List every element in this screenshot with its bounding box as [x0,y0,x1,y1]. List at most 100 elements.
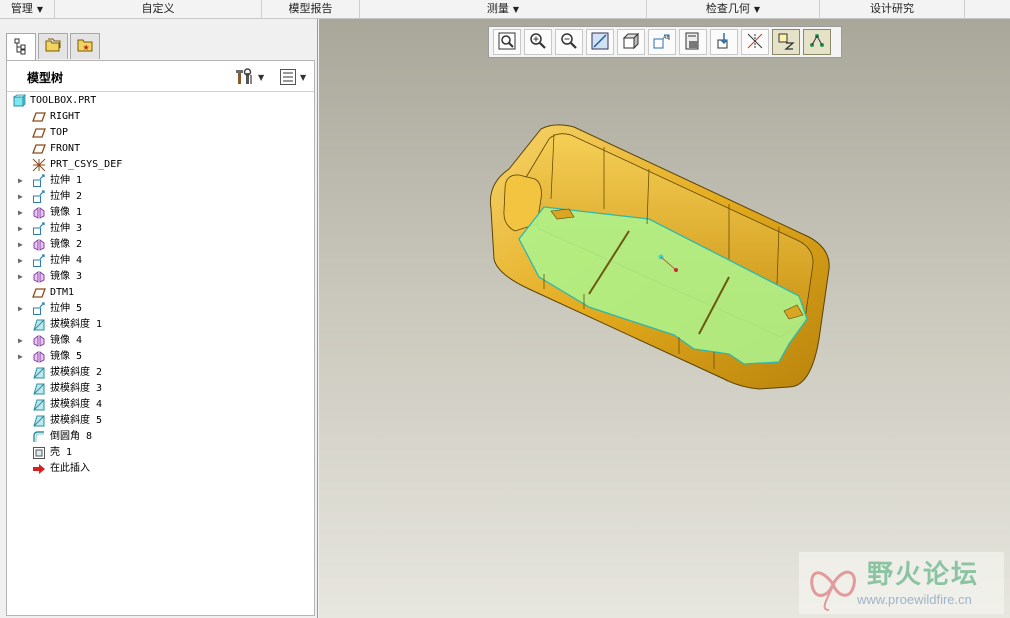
menu-item[interactable]: 设计研究 [820,0,965,18]
tools-icon [236,68,252,84]
tree-item[interactable]: FRONT [7,141,314,157]
repaint-button[interactable] [586,29,614,55]
tree-item[interactable]: ▶ 镜像 2 [7,237,314,253]
chevron-down-icon: ▼ [300,72,307,82]
tree-item[interactable]: ▶ 镜像 5 [7,349,314,365]
tree-item[interactable]: 在此插入 [7,461,314,477]
tree-item[interactable]: PRT_CSYS_DEF [7,157,314,173]
tree-show-button[interactable]: ▼ [279,67,315,87]
tree-item[interactable]: DTM1 [7,285,314,301]
tree-settings-button[interactable]: ▼ [235,67,273,87]
watermark-title: 野火论坛 [867,560,980,590]
navigator-tab[interactable] [38,33,68,59]
datum-display-button[interactable] [741,29,769,55]
svg-text:AB: AB [663,35,670,41]
tree-item[interactable]: ▶ 拉伸 2 [7,189,314,205]
tree-item[interactable]: ▶ 镜像 3 [7,269,314,285]
tree-item-label: TOP [50,127,69,138]
show-list-icon [280,69,296,85]
graphics-window[interactable]: AB 野火论坛 www.proewildfire.cn [319,19,1010,618]
expand-arrow-icon[interactable]: ▶ [18,189,26,205]
tree-item[interactable]: ▶ 拉伸 5 [7,301,314,317]
zoom-fit-icon [497,31,517,54]
model-tree-list: TOOLBOX.PRT RIGHT TOP FRONT PRT_CSYS_DEF ▶ 拉伸 … [7,93,314,477]
shell-icon [32,446,46,460]
expand-arrow-icon[interactable]: ▶ [18,173,26,189]
tree-item-label: 镜像 2 [50,239,83,250]
view-manager-button[interactable]: AB [648,29,676,55]
tree-item-label: 镜像 3 [50,271,83,282]
tree-item[interactable]: ▶ 镜像 4 [7,333,314,349]
tree-item[interactable]: TOOLBOX.PRT [7,93,314,109]
tree-item[interactable]: 拔模斜度 5 [7,413,314,429]
tree-item-label: 拉伸 1 [50,175,83,186]
expand-arrow-icon[interactable]: ▶ [18,269,26,285]
toolbox-model [489,124,830,390]
chevron-down-icon: ▼ [512,5,520,14]
tree-item[interactable]: ▶ 拉伸 4 [7,253,314,269]
menu-item[interactable]: 检查几何 ▼ [647,0,820,18]
chevron-down-icon: ▼ [753,5,761,14]
zoom-in-button[interactable] [524,29,552,55]
mirror-icon [32,350,46,364]
extrude-icon [32,302,46,316]
tree-item[interactable]: 拔模斜度 4 [7,397,314,413]
datum-plane-icon [32,142,46,156]
menu-item-label: 检查几何 [705,2,750,15]
expand-arrow-icon[interactable]: ▶ [18,333,26,349]
menu-item[interactable]: 自定义 [55,0,262,18]
tree-item[interactable]: ▶ 拉伸 1 [7,173,314,189]
point-display-button[interactable] [803,29,831,55]
folder-browser-icon [44,36,62,57]
watermark-url: www.proewildfire.cn [857,592,972,607]
tree-item[interactable]: ▶ 拉伸 3 [7,221,314,237]
menu-bar: 管理 ▼ 自定义 模型报告 测量 ▼ 检查几何 ▼ 设计研究 [0,0,1010,19]
watermark: 野火论坛 www.proewildfire.cn [799,552,1004,614]
tree-item[interactable]: 拔模斜度 2 [7,365,314,381]
expand-arrow-icon[interactable]: ▶ [18,221,26,237]
watermark-logo [810,570,856,611]
extrude-icon [32,190,46,204]
expand-arrow-icon[interactable]: ▶ [18,349,26,365]
draft-icon [32,318,46,332]
navigator-tab[interactable] [6,33,36,61]
annotation-display-button[interactable] [772,29,800,55]
tree-item[interactable]: 倒圆角 8 [7,429,314,445]
tree-item-label: 拉伸 2 [50,191,83,202]
tree-item[interactable]: RIGHT [7,109,314,125]
zoom-out-button[interactable] [555,29,583,55]
tree-item[interactable]: TOP [7,125,314,141]
menu-item-label: 设计研究 [870,2,914,15]
tree-item[interactable]: ▶ 镜像 1 [7,205,314,221]
tree-item-label: RIGHT [50,111,81,122]
tree-item[interactable]: 壳 1 [7,445,314,461]
display-style-button[interactable] [679,29,707,55]
expand-arrow-icon[interactable]: ▶ [18,301,26,317]
saved-orientations-button[interactable] [617,29,645,55]
mirror-icon [32,270,46,284]
tree-item-label: PRT_CSYS_DEF [50,159,123,170]
menu-item[interactable]: 模型报告 [262,0,360,18]
tree-item-label: 拉伸 5 [50,303,83,314]
expand-arrow-icon[interactable]: ▶ [18,205,26,221]
navigator-tab[interactable]: ★ [70,33,100,59]
mirror-icon [32,334,46,348]
datum-plane-icon [32,110,46,124]
tree-item-label: 倒圆角 8 [50,431,93,442]
tree-item[interactable]: 拔模斜度 1 [7,317,314,333]
csys-icon [32,158,46,172]
zoom-in-icon [528,31,548,54]
spin-center-button[interactable] [710,29,738,55]
saved-orientations-icon [621,31,641,54]
draft-icon [32,414,46,428]
draft-icon [32,382,46,396]
zoom-fit-button[interactable] [493,29,521,55]
expand-arrow-icon[interactable]: ▶ [18,253,26,269]
menu-item[interactable]: 测量 ▼ [360,0,647,18]
view-manager-icon: AB [652,31,672,54]
tree-item[interactable]: 拔模斜度 3 [7,381,314,397]
expand-arrow-icon[interactable]: ▶ [18,237,26,253]
datum-display-icon [745,31,765,54]
chevron-down-icon: ▼ [258,72,265,82]
menu-item[interactable]: 管理 ▼ [0,0,55,18]
